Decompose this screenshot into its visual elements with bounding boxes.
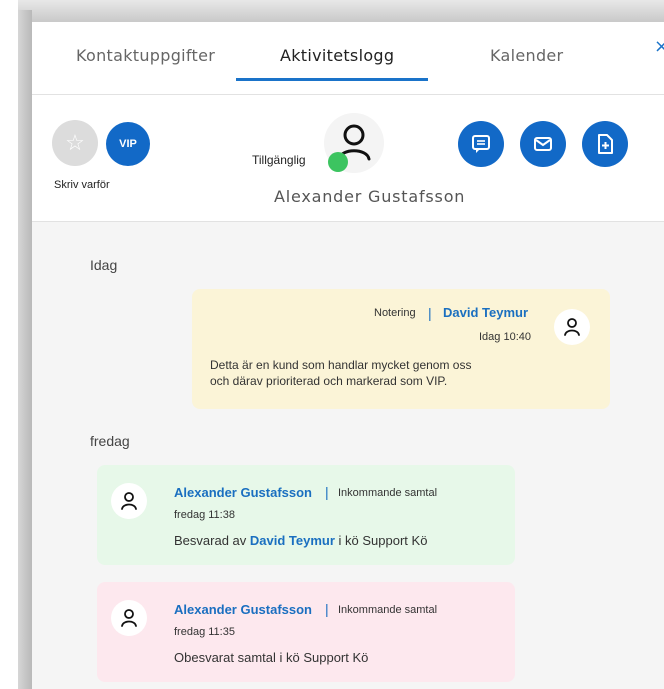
entry-time: fredag 11:38 bbox=[174, 509, 235, 521]
call-answered-card[interactable]: Alexander Gustafsson | Inkommande samtal… bbox=[97, 465, 515, 565]
note-text-line-2: och därav prioriterad och markerad som V… bbox=[210, 374, 448, 388]
entry-time: Idag 10:40 bbox=[479, 331, 531, 343]
chat-icon bbox=[472, 135, 490, 153]
day-heading-idag: Idag bbox=[90, 257, 118, 273]
day-heading-fredag: fredag bbox=[90, 433, 130, 449]
window-shadow-top bbox=[18, 0, 664, 22]
note-entry-card[interactable]: Notering | David Teymur Idag 10:40 Detta… bbox=[192, 289, 610, 409]
author-link[interactable]: David Teymur bbox=[443, 305, 528, 320]
caller-avatar bbox=[111, 600, 147, 636]
entry-type: Notering bbox=[374, 307, 416, 319]
agent-link[interactable]: David Teymur bbox=[250, 533, 335, 548]
tab-kalender[interactable]: Kalender bbox=[490, 46, 563, 65]
close-icon[interactable]: × bbox=[654, 36, 664, 57]
activity-log: Idag Notering | David Teymur Idag 10:40 … bbox=[32, 222, 664, 689]
caller-link[interactable]: Alexander Gustafsson bbox=[174, 602, 312, 617]
person-icon bbox=[121, 492, 137, 510]
window-shadow-left bbox=[18, 10, 32, 689]
status-available-dot bbox=[328, 152, 348, 172]
entry-time: fredag 11:35 bbox=[174, 626, 235, 638]
skriv-varfor-link[interactable]: Skriv varför bbox=[54, 179, 110, 191]
note-text-line-1: Detta är en kund som handlar mycket geno… bbox=[210, 358, 472, 372]
favorite-star-button[interactable]: ☆ bbox=[52, 120, 98, 166]
vip-button[interactable]: VIP bbox=[106, 122, 150, 166]
entry-type: Inkommande samtal bbox=[338, 487, 438, 499]
separator: | bbox=[325, 484, 329, 500]
add-document-icon bbox=[598, 134, 613, 154]
chat-button[interactable] bbox=[458, 121, 504, 167]
caller-link[interactable]: Alexander Gustafsson bbox=[174, 485, 312, 500]
contact-panel: Kontaktuppgifter Aktivitetslogg Kalender… bbox=[32, 22, 664, 689]
new-note-button[interactable] bbox=[582, 121, 628, 167]
person-icon bbox=[121, 609, 137, 627]
contact-name: Alexander Gustafsson bbox=[274, 187, 466, 206]
email-button[interactable] bbox=[520, 121, 566, 167]
active-tab-indicator bbox=[236, 78, 428, 81]
text-prefix: Besvarad av bbox=[174, 533, 247, 548]
tab-aktivitetslogg[interactable]: Aktivitetslogg bbox=[280, 46, 394, 65]
text-suffix: i kö Support Kö bbox=[338, 533, 428, 548]
separator: | bbox=[325, 601, 329, 617]
person-icon bbox=[564, 318, 580, 336]
email-icon bbox=[534, 137, 552, 151]
call-missed-card[interactable]: Alexander Gustafsson | Inkommande samtal… bbox=[97, 582, 515, 682]
tab-kontaktuppgifter[interactable]: Kontaktuppgifter bbox=[76, 46, 215, 65]
caller-avatar bbox=[111, 483, 147, 519]
call-description: Besvarad av David Teymur i kö Support Kö bbox=[174, 533, 427, 549]
author-avatar bbox=[554, 309, 590, 345]
entry-type: Inkommande samtal bbox=[338, 604, 438, 616]
star-icon: ☆ bbox=[65, 130, 85, 155]
tab-bar: Kontaktuppgifter Aktivitetslogg Kalender… bbox=[32, 22, 664, 94]
status-label: Tillgänglig bbox=[252, 153, 306, 167]
separator: | bbox=[428, 305, 432, 321]
call-description: Obesvarat samtal i kö Support Kö bbox=[174, 650, 369, 665]
contact-header: ☆ VIP Skriv varför Tillgänglig Alexander… bbox=[32, 95, 664, 222]
